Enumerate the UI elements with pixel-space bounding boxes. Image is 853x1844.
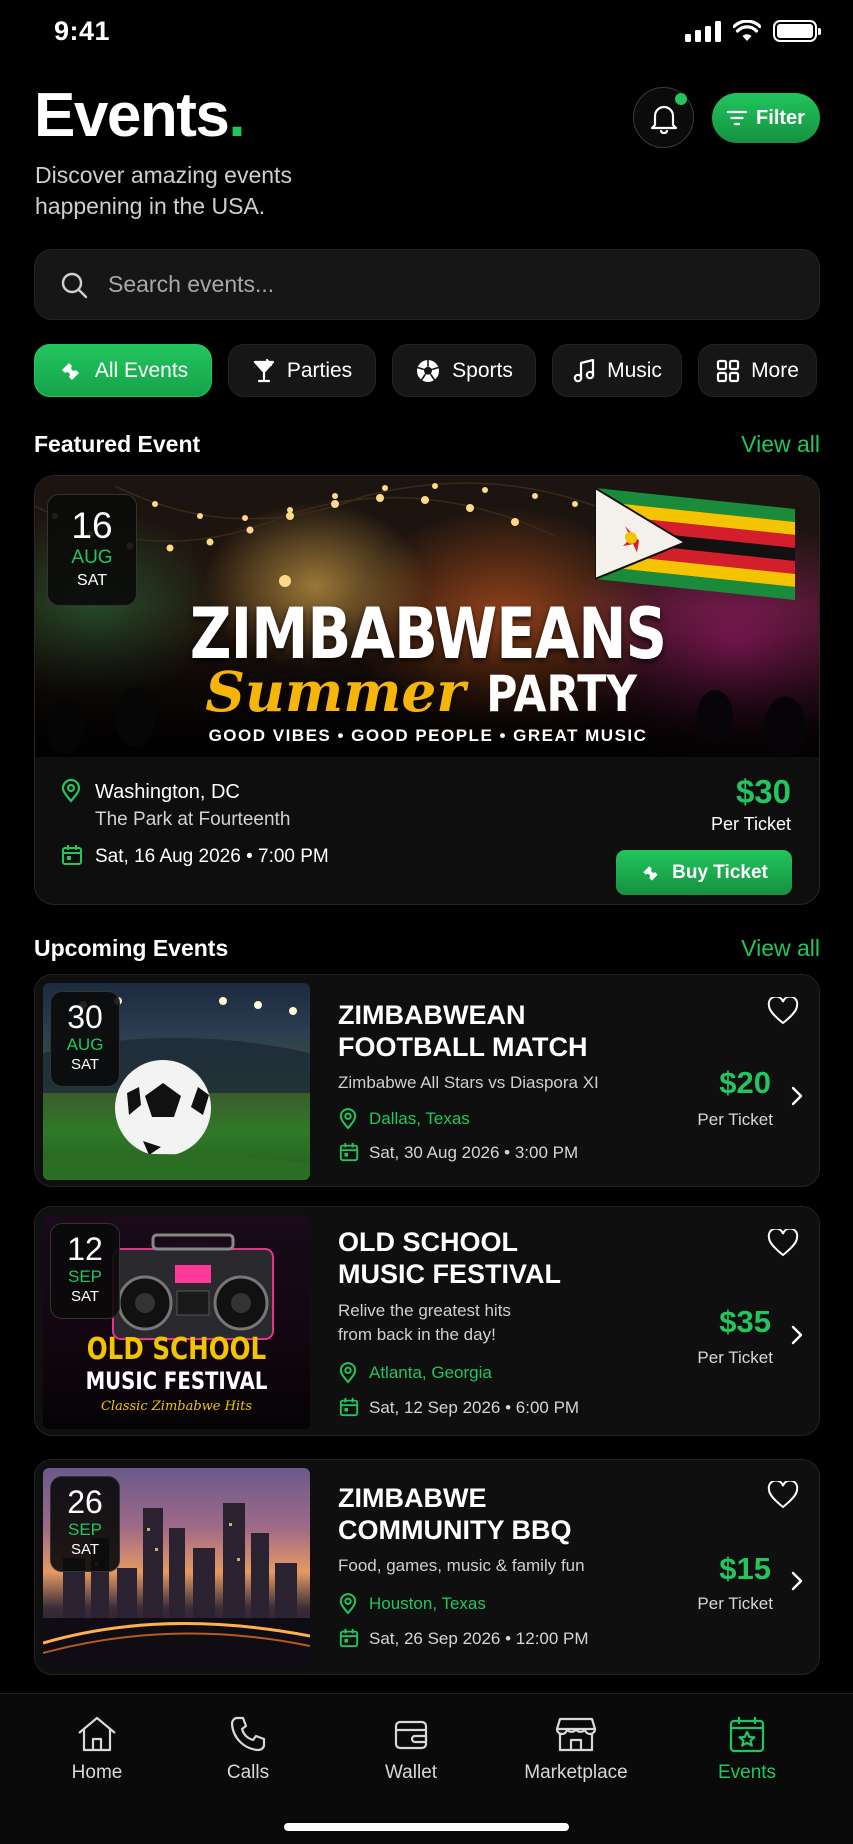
- event-price: $20: [719, 1065, 771, 1100]
- featured-datetime: Sat, 16 Aug 2026 • 7:00 PM: [95, 846, 329, 867]
- calendar-icon: [339, 1397, 359, 1417]
- calendar-icon: [339, 1142, 359, 1162]
- event-per-ticket: Per Ticket: [697, 1348, 773, 1367]
- tab-events[interactable]: Events: [702, 1714, 792, 1784]
- event-city: Atlanta, Georgia: [369, 1363, 492, 1382]
- calendar-icon: [339, 1628, 359, 1648]
- event-card-football[interactable]: 30 AUG SAT ZIMBABWEAN FOOTBALL MATCH Zim…: [34, 974, 820, 1187]
- favorite-heart-icon[interactable]: [767, 997, 799, 1025]
- featured-view-all-link[interactable]: View all: [741, 431, 820, 458]
- search-icon: [61, 272, 88, 298]
- location-pin-icon: [61, 779, 81, 803]
- phone-icon: [230, 1716, 266, 1752]
- featured-city: Washington, DC: [95, 781, 240, 803]
- event-per-ticket: Per Ticket: [697, 1594, 773, 1613]
- event-date-badge: 12 SEP SAT: [50, 1223, 120, 1319]
- wifi-icon: [733, 20, 761, 41]
- location-pin-icon: [339, 1108, 357, 1130]
- category-chips: All Events Parties Sports Music More: [34, 344, 817, 397]
- search-input[interactable]: [108, 271, 748, 298]
- filter-button[interactable]: Filter: [712, 93, 820, 143]
- notification-badge: [675, 93, 687, 105]
- event-date-badge: 30 AUG SAT: [50, 991, 120, 1087]
- event-datetime: Sat, 12 Sep 2026 • 6:00 PM: [369, 1398, 580, 1417]
- page-title: Events.: [34, 81, 246, 150]
- poster-tagline: Classic Zimbabwe Hits: [100, 1399, 253, 1414]
- search-bar[interactable]: [34, 249, 820, 320]
- featured-venue: The Park at Fourteenth: [95, 809, 291, 830]
- battery-icon: [773, 20, 821, 42]
- page-subtitle: Discover amazing events happening in the…: [35, 162, 292, 219]
- home-icon: [78, 1716, 116, 1752]
- favorite-heart-icon[interactable]: [767, 1481, 799, 1509]
- featured-banner-image: ZIMBABWEANS Summer PARTY GOOD VIBES • GOO…: [35, 476, 819, 757]
- featured-event-card[interactable]: ZIMBABWEANS Summer PARTY GOOD VIBES • GOO…: [34, 475, 820, 905]
- featured-section-title: Featured Event: [34, 431, 201, 457]
- filter-label: Filter: [756, 106, 805, 129]
- event-card-music-festival[interactable]: OLD SCHOOL MUSIC FESTIVAL Classic Zimbab…: [34, 1206, 820, 1436]
- chip-sports[interactable]: Sports: [392, 344, 536, 397]
- chip-music[interactable]: Music: [552, 344, 682, 397]
- tab-wallet[interactable]: Wallet: [366, 1714, 456, 1784]
- event-city: Houston, Texas: [369, 1594, 486, 1613]
- zimbabwe-flag-graphic: [595, 488, 795, 601]
- event-title: OLD SCHOOL MUSIC FESTIVAL: [338, 1227, 562, 1289]
- chevron-right-icon[interactable]: [790, 1324, 804, 1346]
- tab-calls[interactable]: Calls: [203, 1714, 293, 1784]
- ticket-icon: [643, 865, 658, 881]
- featured-date-badge: 16 AUG SAT: [47, 494, 137, 606]
- cellular-signal-icon: [685, 20, 721, 42]
- bell-icon: [650, 105, 677, 134]
- event-subtitle: Zimbabwe All Stars vs Diaspora XI: [338, 1073, 599, 1092]
- event-price: $15: [719, 1551, 771, 1586]
- calendar-star-icon: [729, 1717, 765, 1753]
- chip-all-events[interactable]: All Events: [34, 344, 212, 397]
- upcoming-section-title: Upcoming Events: [34, 935, 229, 961]
- event-datetime: Sat, 26 Sep 2026 • 12:00 PM: [369, 1629, 589, 1648]
- banner-subtitle: Summer PARTY: [205, 659, 638, 724]
- soccer-ball-icon: [417, 359, 440, 382]
- featured-price: $30: [735, 773, 791, 810]
- store-icon: [555, 1717, 597, 1752]
- upcoming-view-all-link[interactable]: View all: [741, 935, 820, 962]
- status-time: 9:41: [54, 16, 111, 46]
- poster-title: OLD SCHOOL: [86, 1332, 267, 1367]
- favorite-heart-icon[interactable]: [767, 1229, 799, 1257]
- event-title: ZIMBABWE COMMUNITY BBQ: [338, 1483, 572, 1545]
- chip-parties[interactable]: Parties: [228, 344, 376, 397]
- tab-marketplace[interactable]: Marketplace: [512, 1714, 640, 1784]
- chevron-right-icon[interactable]: [790, 1570, 804, 1592]
- notifications-button[interactable]: [633, 87, 694, 148]
- featured-per-ticket: Per Ticket: [710, 814, 791, 834]
- buy-ticket-button[interactable]: Buy Ticket: [616, 850, 792, 895]
- event-date-badge: 26 SEP SAT: [50, 1476, 120, 1572]
- chevron-right-icon[interactable]: [790, 1085, 804, 1107]
- chip-more[interactable]: More: [698, 344, 817, 397]
- home-indicator: [284, 1823, 569, 1831]
- event-subtitle: Relive the greatest hits from back in th…: [338, 1301, 511, 1344]
- calendar-icon: [62, 845, 82, 865]
- tab-home[interactable]: Home: [52, 1714, 142, 1784]
- status-icons: [685, 20, 821, 42]
- banner-tagline: GOOD VIBES • GOOD PEOPLE • GREAT MUSIC: [208, 726, 648, 745]
- featured-info: Washington, DC The Park at Fourteenth Sa…: [35, 757, 819, 904]
- poster-subtitle: MUSIC FESTIVAL: [85, 1367, 268, 1395]
- location-pin-icon: [339, 1593, 357, 1615]
- bottom-tab-bar: Home Calls Wallet Marketplace Events: [0, 1693, 853, 1844]
- event-subtitle: Food, games, music & family fun: [338, 1556, 585, 1575]
- event-per-ticket: Per Ticket: [697, 1110, 773, 1129]
- location-pin-icon: [339, 1362, 357, 1384]
- ticket-icon: [61, 362, 79, 380]
- wallet-icon: [394, 1720, 428, 1750]
- event-card-community-bbq[interactable]: 26 SEP SAT ZIMBABWE COMMUNITY BBQ Food, …: [34, 1459, 820, 1675]
- cocktail-icon: [253, 358, 274, 382]
- filter-icon: [727, 110, 748, 126]
- status-bar: 9:41: [0, 0, 853, 64]
- event-datetime: Sat, 30 Aug 2026 • 3:00 PM: [369, 1143, 579, 1162]
- event-city: Dallas, Texas: [369, 1109, 470, 1128]
- event-price: $35: [719, 1304, 771, 1339]
- music-note-icon: [573, 358, 595, 382]
- grid-icon: [716, 359, 740, 382]
- event-title: ZIMBABWEAN FOOTBALL MATCH: [338, 1000, 588, 1062]
